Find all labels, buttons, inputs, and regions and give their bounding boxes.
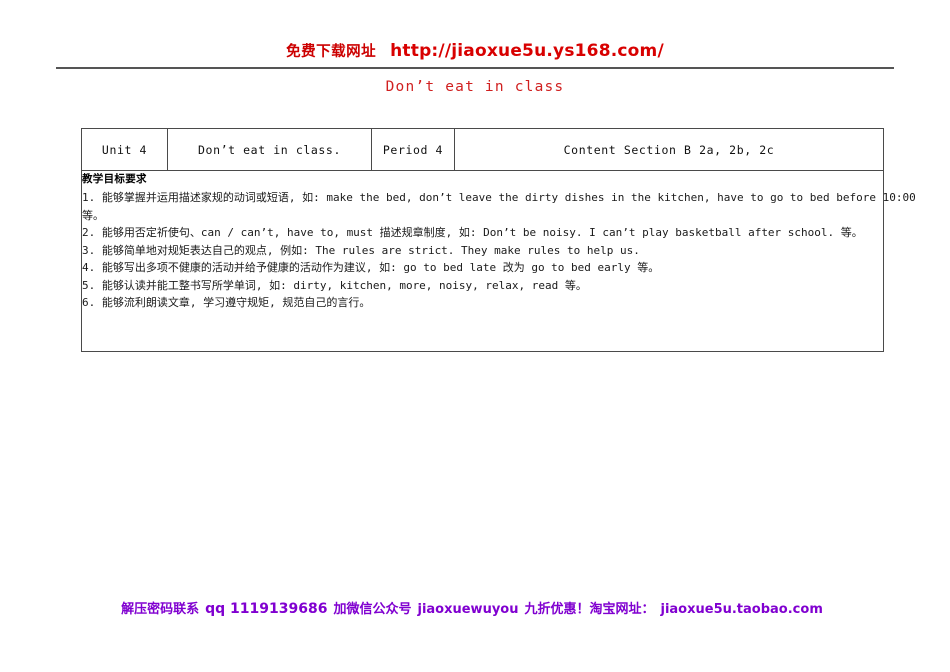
cell-content: Content Section B 2a, 2b, 2c <box>454 128 884 171</box>
cell-teaching-goals: 教学目标要求 1. 能够掌握并运用描述家规的动词或短语, 如: make the… <box>81 170 916 352</box>
cell-unit: Unit 4 <box>81 128 168 171</box>
goal-line-2: 2. 能够用否定祈使句、can / can’t, have to, must 描… <box>82 226 863 239</box>
promo-footer-wechat-account: jiaoxuewuyou <box>417 602 519 617</box>
goal-line-6: 6. 能够流利朗读文章, 学习遵守规矩, 规范自己的言行。 <box>82 296 371 309</box>
goal-line-5: 5. 能够认读并能工整书写所学单词, 如: dirty, kitchen, mo… <box>82 278 587 292</box>
promo-header: 免费下载网址 http://jiaoxue5u.ys168.com/ <box>0 40 950 61</box>
lesson-plan-table: Unit 4 Don’t eat in class. Period 4 Cont… <box>81 128 916 352</box>
page-title: Don’t eat in class <box>385 79 565 95</box>
promo-footer: 解压密码联系 qq 1119139686 加微信公众号 jiaoxuewuyou 九折优… <box>0 598 950 617</box>
header-divider-rule <box>56 67 894 69</box>
goal-line-1-part2: 等。 <box>82 208 104 222</box>
promo-footer-discount-label: 九折优惠！淘宝网址： <box>524 602 655 617</box>
promo-header-label: 免费下载网址 <box>286 44 377 60</box>
promo-footer-wechat-label: 加微信公众号 <box>333 602 412 617</box>
cell-topic: Don’t eat in class. <box>167 128 372 171</box>
goals-title: 教学目标要求 <box>82 173 147 185</box>
promo-footer-unzip-label: 解压密码联系 <box>121 602 200 617</box>
table-body-row: 教学目标要求 1. 能够掌握并运用描述家规的动词或短语, 如: make the… <box>81 170 916 352</box>
goal-line-1-part1: 1. 能够掌握并运用描述家规的动词或短语, 如: make the bed, d… <box>82 191 916 204</box>
cell-period: Period 4 <box>371 128 455 171</box>
table-header-row: Unit 4 Don’t eat in class. Period 4 Cont… <box>81 128 884 171</box>
goal-line-3: 3. 能够简单地对规矩表达自己的观点, 例如: The rules are st… <box>82 243 640 257</box>
promo-footer-taobao-url[interactable]: jiaoxue5u.taobao.com <box>661 602 823 617</box>
promo-footer-qq: qq 1119139686 <box>205 601 328 617</box>
goal-line-4: 4. 能够写出多项不健康的活动并给予健康的活动作为建议, 如: go to be… <box>82 261 660 274</box>
promo-header-url[interactable]: http://jiaoxue5u.ys168.com/ <box>390 41 664 61</box>
